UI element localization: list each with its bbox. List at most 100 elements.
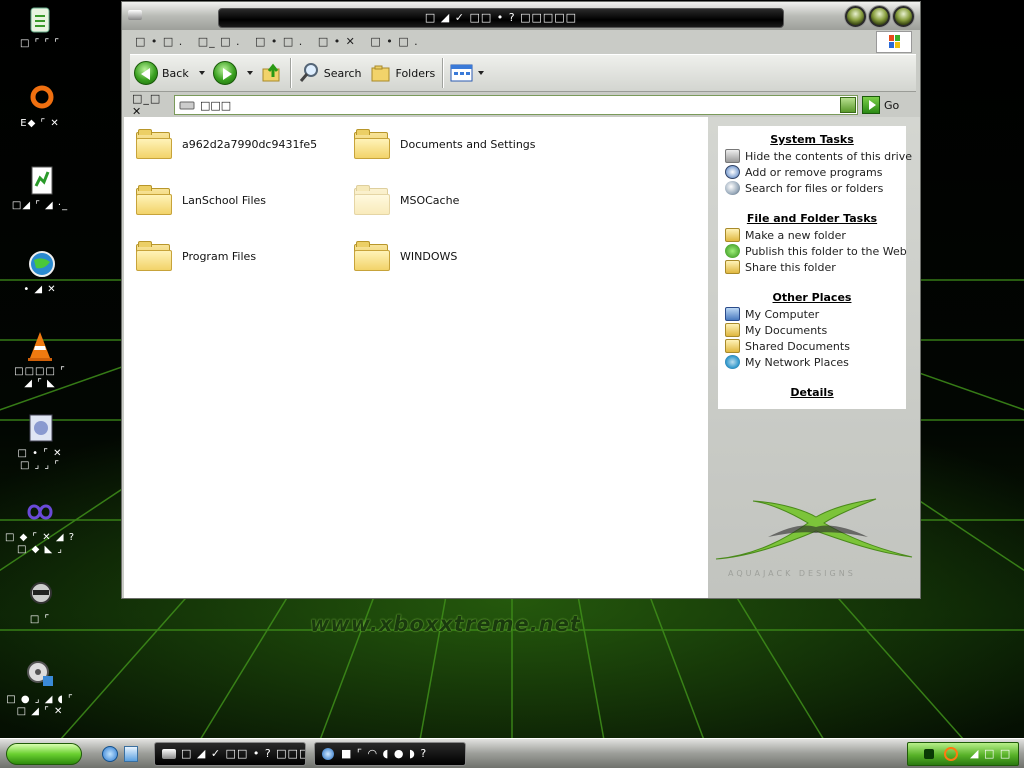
forward-button[interactable] (209, 58, 257, 88)
publish-web-icon (725, 244, 740, 258)
programs-icon (725, 165, 740, 179)
folder-icon (354, 129, 390, 159)
folder-item[interactable]: WINDOWS (354, 241, 457, 271)
place-my-computer[interactable]: My Computer (718, 306, 906, 322)
desktop-icon-media-app[interactable]: □ ● ⌟ ◢ ◖ ⌜ □ ◢ ⌜ ✕ (4, 658, 76, 718)
folder-item[interactable]: Program Files (136, 241, 256, 271)
search-icon (299, 63, 318, 82)
go-arrow-icon (862, 96, 880, 114)
desktop-icon-app-orange-ring[interactable]: E◆ ⌜ ✕ (4, 82, 76, 130)
traffic-cone-icon (23, 330, 57, 364)
task-search-files[interactable]: Search for files or folders (718, 180, 906, 196)
window-title: □ ◢ ✓ □□ • ? □□□□□ (218, 8, 784, 28)
file-folder-tasks-heading[interactable]: File and Folder Tasks (718, 211, 906, 227)
wallpaper-watermark: www.xboxxtreme.net (310, 612, 581, 636)
documents-folder-icon (725, 323, 740, 337)
tray-app-icon[interactable] (924, 749, 934, 759)
computer-icon (725, 307, 740, 321)
forward-arrow-icon (212, 61, 237, 85)
menu-view[interactable]: □ • □ . (250, 31, 308, 52)
menu-bar: □ • □ . □_ □ . □ • □ . □ • ✕ □ • □ . (130, 31, 916, 53)
close-button[interactable] (893, 6, 914, 27)
folders-button[interactable]: Folders (366, 58, 440, 88)
go-button[interactable]: Go (862, 96, 899, 114)
start-button[interactable] (6, 743, 82, 765)
window-titlebar[interactable]: □ ◢ ✓ □□ • ? □□□□□ (122, 2, 920, 30)
folder-icon (136, 241, 172, 271)
desktop-icon-raccoon-app[interactable]: □ ⌜ (4, 578, 76, 626)
internet-explorer-icon[interactable] (102, 746, 118, 762)
place-my-network-places[interactable]: My Network Places (718, 354, 906, 370)
desktop-icon-recycle-bin[interactable]: □ ⌜ ⌜ ⌜ (4, 2, 76, 50)
desktop-icon-vlc[interactable]: □□□□ ⌜ ◢ ⌜ ◣ (4, 330, 76, 390)
chart-document-icon (23, 164, 57, 198)
search-icon (725, 181, 740, 195)
tray-search-icon[interactable] (944, 747, 958, 761)
show-desktop-icon[interactable] (124, 746, 138, 762)
maximize-button[interactable] (869, 6, 890, 27)
task-make-new-folder[interactable]: Make a new folder (718, 227, 906, 243)
address-dropdown-button[interactable] (840, 97, 856, 113)
menu-file[interactable]: □ • □ . (130, 31, 188, 52)
drive-icon (725, 149, 740, 163)
standard-toolbar: Back Search Folders (130, 54, 916, 92)
new-folder-icon (725, 228, 740, 242)
menu-edit[interactable]: □_ □ . (193, 31, 246, 52)
address-label: □_□ ✕ (132, 92, 162, 118)
tray-clock[interactable]: ◢ □ □ (970, 743, 1011, 765)
raccoon-icon (23, 578, 57, 612)
folder-icon (136, 129, 172, 159)
orange-ring-icon (23, 82, 57, 116)
drive-icon (128, 10, 142, 20)
taskbar-button-browser[interactable]: ■ ⌜ ◠ ◖ ● ◗ ? (314, 742, 466, 766)
system-tasks-heading[interactable]: System Tasks (718, 132, 906, 148)
search-button[interactable]: Search (294, 58, 366, 88)
back-arrow-icon (134, 61, 158, 85)
views-icon (450, 64, 473, 82)
folder-item[interactable]: a962d2a7990dc9431fe5 (136, 129, 317, 159)
task-share-folder[interactable]: Share this folder (718, 259, 906, 275)
back-dropdown-icon[interactable] (198, 71, 205, 75)
desktop-icon-infinity-app[interactable]: □ ◆ ⌜ ✕ ◢ ? □ ◆ ◣ ⌟ (4, 496, 76, 556)
folder-icon (136, 185, 172, 215)
folder-view: a962d2a7990dc9431fe5 Documents and Setti… (124, 117, 708, 598)
desktop-icon-installer[interactable]: □ • ⌜ ✕ □ ⌟ ⌟ ⌜ (4, 412, 76, 472)
folder-item[interactable]: LanSchool Files (136, 185, 266, 215)
toolbar-separator (442, 58, 444, 88)
up-folder-button[interactable] (257, 58, 287, 88)
shared-folder-icon (725, 339, 740, 353)
minimize-button[interactable] (845, 6, 866, 27)
globe-icon (23, 248, 57, 282)
share-folder-icon (725, 260, 740, 274)
address-bar: □_□ ✕ □□□ Go (130, 92, 916, 118)
task-pane-box: System Tasks Hide the contents of this d… (718, 126, 912, 409)
folder-icon (354, 185, 390, 215)
task-add-remove-programs[interactable]: Add or remove programs (718, 164, 906, 180)
place-shared-documents[interactable]: Shared Documents (718, 338, 906, 354)
task-hide-drive-contents[interactable]: Hide the contents of this drive (718, 148, 912, 164)
drive-icon (179, 101, 195, 110)
folder-item-hidden[interactable]: MSOCache (354, 185, 459, 215)
place-my-documents[interactable]: My Documents (718, 322, 906, 338)
taskbar-button-explorer[interactable]: □ ◢ ✓ □□ • ? □□□□ (154, 742, 306, 766)
desktop-icon-chart-app[interactable]: □◢ ⌜ ◢ ·_ (4, 164, 76, 212)
film-reel-icon (23, 658, 57, 692)
back-button[interactable]: Back (130, 58, 209, 88)
network-icon (725, 355, 740, 369)
infinity-icon (23, 496, 57, 530)
menu-tools[interactable]: □ • □ . (365, 31, 423, 52)
views-dropdown-icon (478, 71, 485, 75)
desktop-icon-globe-app[interactable]: • ◢ ✕ (4, 248, 76, 296)
views-button[interactable] (446, 58, 488, 88)
address-input[interactable]: □□□ (174, 95, 858, 115)
menu-favorites[interactable]: □ • ✕ (313, 31, 361, 52)
folders-icon (371, 65, 390, 82)
globe-icon (322, 748, 334, 760)
explorer-window: □ ◢ ✓ □□ • ? □□□□□ □ • □ . □_ □ . □ • □ … (121, 1, 921, 599)
other-places-heading[interactable]: Other Places (718, 290, 906, 306)
folder-item[interactable]: Documents and Settings (354, 129, 536, 159)
details-heading[interactable]: Details (718, 385, 906, 401)
recycle-bin-icon (23, 2, 57, 36)
forward-dropdown-icon[interactable] (246, 71, 253, 75)
task-publish-to-web[interactable]: Publish this folder to the Web (718, 243, 907, 259)
